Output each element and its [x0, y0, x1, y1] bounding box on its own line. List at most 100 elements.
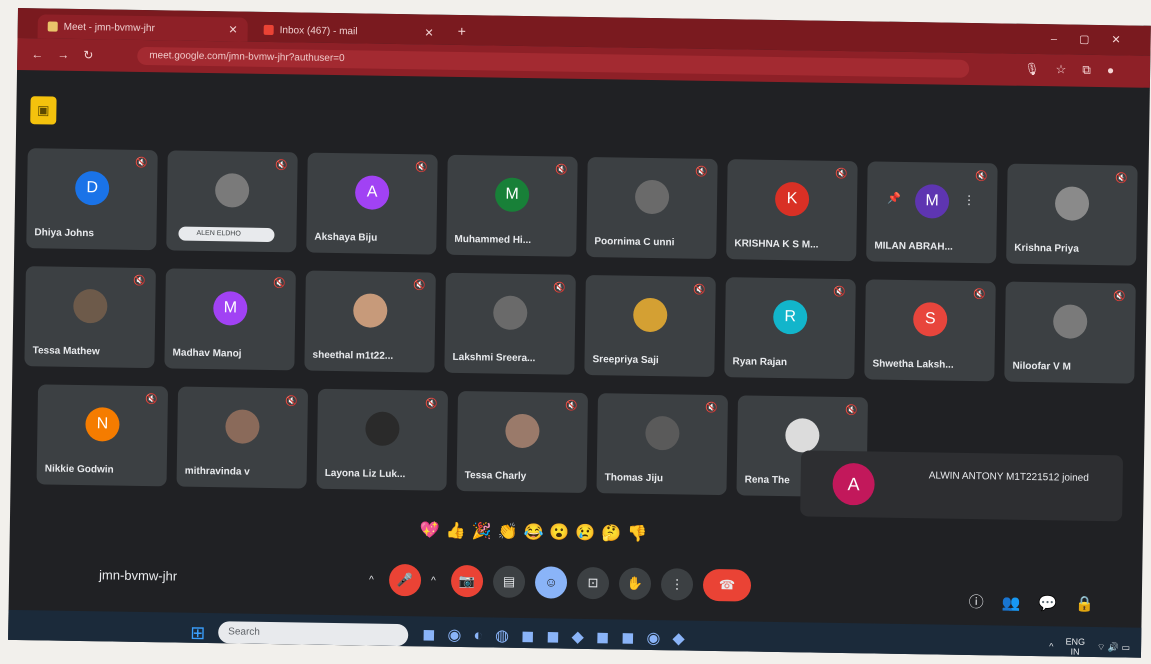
avatar: [632, 297, 668, 333]
participant-name: Sreepriya Saji: [592, 354, 659, 367]
system-tray[interactable]: ^ ENG IN ⌔ 🔊 ▭: [1049, 636, 1130, 657]
new-tab-icon[interactable]: +: [458, 23, 466, 39]
reaction-emoji[interactable]: 👏: [497, 524, 523, 541]
avatar: [365, 411, 400, 447]
participant-tile[interactable]: 🔇 ALEN ELDHO: [166, 150, 298, 253]
avatar: [353, 293, 388, 328]
participant-tile[interactable]: 🔇 R Ryan Rajan: [724, 277, 856, 380]
tab-title: Meet - jmn-bvmw-jhr: [63, 21, 155, 34]
reaction-emoji[interactable]: 👎: [627, 526, 653, 543]
mic-off-icon: 🔇: [135, 157, 148, 170]
reaction-emoji[interactable]: 🤔: [601, 525, 627, 542]
participant-name: Dhiya Johns: [34, 227, 95, 240]
avatar: N: [85, 407, 120, 442]
address-bar-icons[interactable]: 🎙☆⧉●: [1024, 62, 1130, 79]
tab-inbox[interactable]: Inbox (467) - mail ✕: [253, 18, 443, 45]
mic-off-icon: 🔇: [425, 398, 438, 410]
mic-button[interactable]: 🎤: [388, 563, 422, 597]
mic-off-icon: 🔇: [415, 162, 428, 174]
reaction-emoji[interactable]: 👍: [446, 523, 472, 540]
emoji-button[interactable]: ☺: [534, 566, 568, 599]
wifi-volume-battery-icon[interactable]: ⌔ 🔊 ▭: [1097, 642, 1130, 654]
taskbar-app-icons[interactable]: ◼◉◐◍◼◼◆◼◼◉◆: [422, 624, 697, 648]
window-controls[interactable]: –▢✕: [1051, 32, 1143, 46]
tab-meet[interactable]: Meet - jmn-bvmw-jhr ✕: [37, 14, 248, 42]
mic-off-icon: 🔇: [694, 166, 708, 178]
url-field[interactable]: meet.google.com/jmn-bvmw-jhr?authuser=0: [137, 46, 970, 78]
mic-off-icon: 🔇: [974, 171, 988, 183]
reaction-emoji[interactable]: 😂: [523, 524, 549, 541]
present-button[interactable]: ⊡: [576, 566, 610, 600]
participant-tile[interactable]: 🔇 Tessa Mathew: [24, 266, 156, 369]
reactions-bar[interactable]: 💖👍🎉👏😂😮😢🤔👎: [420, 520, 654, 544]
participant-name: Tessa Mathew: [32, 345, 100, 358]
chat-icon[interactable]: 💬: [1038, 595, 1075, 613]
mic-off-icon: 🔇: [1114, 173, 1128, 185]
join-notification: A ALWIN ANTONY M1T221512 joined: [800, 450, 1124, 522]
reaction-emoji[interactable]: 🎉: [472, 523, 498, 540]
avatar: [214, 173, 250, 208]
participant-tile[interactable]: 🔇 Layona Liz Luk...: [316, 388, 449, 491]
avatar: A: [354, 175, 390, 210]
windows-start-icon[interactable]: ⊞: [190, 623, 205, 644]
participant-tile[interactable]: 🔇 Sreepriya Saji: [584, 274, 716, 377]
participant-tile[interactable]: 🔇 D Dhiya Johns: [26, 148, 158, 251]
participant-tile[interactable]: 🔇 Thomas Jiju: [596, 393, 729, 496]
mic-off-icon: 🔇: [133, 275, 146, 288]
reaction-emoji[interactable]: 😮: [549, 524, 575, 541]
participant-tile[interactable]: 🔇 Niloofar V M: [1004, 281, 1136, 384]
participant-tile[interactable]: 🔇 Poornima C unni: [586, 156, 718, 259]
mic-off-icon: 🔇: [553, 282, 566, 294]
participant-name: Niloofar V M: [1012, 360, 1071, 373]
participant-tile[interactable]: 🔇 S Shwetha Laksh...: [864, 279, 996, 382]
participant-tile[interactable]: 🔇 Lakshmi Sreera...: [444, 272, 576, 375]
notification-text: ALWIN ANTONY M1T221512 joined: [928, 470, 1089, 484]
captions-button[interactable]: ▤: [492, 565, 526, 599]
participant-tile[interactable]: 🔇 M Muhammed Hi...: [446, 154, 578, 257]
reaction-emoji[interactable]: 💖: [420, 522, 446, 539]
meeting-info-icon[interactable]: ⓘ: [969, 594, 1002, 612]
chevron-up-icon[interactable]: ^: [369, 574, 379, 585]
mic-off-icon: 🔇: [273, 278, 286, 290]
mail-favicon-icon: [263, 24, 274, 36]
close-icon[interactable]: ✕: [424, 26, 433, 39]
chevron-up-icon[interactable]: ^: [1049, 641, 1053, 651]
participant-tile[interactable]: 🔇 sheethal m1t22...: [304, 270, 436, 373]
end-call-button[interactable]: ☎: [702, 568, 752, 602]
participant-tile[interactable]: 🔇 Krishna Priya: [1006, 163, 1138, 266]
raise-hand-button[interactable]: ✋: [618, 567, 652, 601]
participant-tile[interactable]: 🔇 K KRISHNA K S M...: [726, 159, 858, 262]
avatar: [73, 288, 108, 324]
mic-off-icon: 🔇: [1113, 291, 1126, 303]
mic-off-icon: 🔇: [285, 396, 298, 408]
taskbar-search[interactable]: Search: [218, 621, 409, 647]
avatar: M: [494, 177, 530, 213]
participant-name: Layona Liz Luk...: [324, 467, 406, 481]
avatar: K: [774, 181, 810, 217]
avatar: M: [914, 184, 950, 219]
participant-tile[interactable]: 🔇 Tessa Charly: [456, 390, 589, 493]
avatar: D: [74, 170, 110, 206]
participant-tile[interactable]: 🔇 A Akshaya Biju: [306, 152, 438, 255]
participant-tile[interactable]: 🔇 M 📌 ⋮ MILAN ABRAH...: [866, 161, 998, 264]
participant-tile[interactable]: 🔇 mithravinda v: [176, 386, 309, 489]
camera-button[interactable]: 📷: [450, 564, 484, 598]
language-indicator[interactable]: ENG IN: [1065, 637, 1085, 657]
participant-tile[interactable]: 🔇 M Madhav Manoj: [164, 268, 296, 371]
chevron-up-icon[interactable]: ^: [431, 575, 441, 586]
pin-icon[interactable]: 📌: [887, 192, 901, 205]
more-options-button[interactable]: ⋮: [660, 568, 694, 601]
more-vert-icon[interactable]: ⋮: [963, 193, 975, 207]
reaction-emoji[interactable]: 😢: [575, 525, 601, 542]
mic-off-icon: 🔇: [973, 289, 986, 301]
host-controls-icon[interactable]: 🔒: [1075, 596, 1112, 614]
mic-off-icon: 🔇: [145, 394, 158, 406]
participant-name: ALEN ELDHO: [178, 226, 275, 243]
avatar: R: [772, 299, 808, 335]
participant-tile[interactable]: 🔇 N Nikkie Godwin: [36, 384, 169, 487]
side-panel-controls[interactable]: ⓘ👥💬🔒: [969, 591, 1112, 614]
mic-off-icon: 🔇: [834, 168, 848, 181]
close-icon[interactable]: ✕: [228, 23, 237, 36]
nav-buttons[interactable]: ←→↻: [31, 47, 107, 62]
people-icon[interactable]: 👥: [1002, 595, 1039, 613]
